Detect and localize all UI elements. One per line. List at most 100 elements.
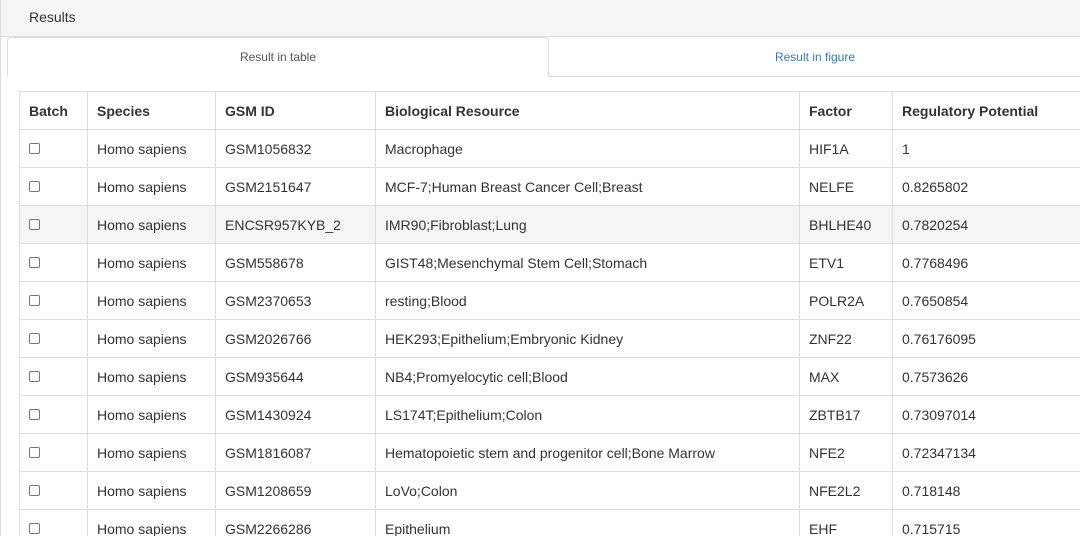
result-tabs: Result in table Result in figure [7,37,1080,77]
factor-cell: EHF [799,509,893,536]
batch-checkbox[interactable] [29,181,40,193]
batch-cell [19,167,88,206]
biological-resource-cell: LS174T;Epithelium;Colon [375,395,800,434]
batch-cell [19,395,88,434]
biological-resource-cell: GIST48;Mesenchymal Stem Cell;Stomach [375,243,800,282]
results-table: Batch Species GSM ID Biological Resource… [19,91,1080,536]
col-header-factor: Factor [799,91,893,130]
gsm-id-cell: GSM935644 [215,357,376,396]
batch-checkbox[interactable] [29,447,40,459]
regulatory-potential-cell: 0.718148 [892,471,1080,510]
species-cell: Homo sapiens [87,319,216,358]
col-header-species: Species [87,91,216,130]
batch-checkbox[interactable] [29,523,40,535]
gsm-id-cell: GSM1430924 [215,395,376,434]
species-cell: Homo sapiens [87,205,216,244]
species-cell: Homo sapiens [87,395,216,434]
table-row: Homo sapiens GSM2151647 MCF-7;Human Breast… [19,167,1080,206]
species-cell: Homo sapiens [87,243,216,282]
regulatory-potential-cell: 0.72347134 [892,433,1080,472]
species-cell: Homo sapiens [87,433,216,472]
batch-checkbox[interactable] [29,143,40,155]
species-cell: Homo sapiens [87,281,216,320]
species-cell: Homo sapiens [87,471,216,510]
table-row: Homo sapiens GSM1430924 LS174T;Epithelium;… [19,395,1080,434]
factor-cell: NFE2L2 [799,471,893,510]
regulatory-potential-cell: 0.73097014 [892,395,1080,434]
gsm-id-cell: GSM558678 [215,243,376,282]
table-body: Homo sapiens GSM1056832 Macrophage HIF1A 1 Ho… [19,129,1080,536]
tab-result-in-figure[interactable]: Result in figure [549,37,1080,77]
batch-cell [19,319,88,358]
gsm-id-cell: GSM1056832 [215,129,376,168]
regulatory-potential-cell: 1 [892,129,1080,168]
col-header-regulatory-potential: Regulatory Potential [892,91,1080,130]
batch-checkbox[interactable] [29,219,40,231]
batch-cell [19,433,88,472]
table-row: Homo sapiens GSM1056832 Macrophage HIF1A 1 [19,129,1080,168]
regulatory-potential-cell: 0.7768496 [892,243,1080,282]
regulatory-potential-cell: 0.7573626 [892,357,1080,396]
table-header-row: Batch Species GSM ID Biological Resource… [19,91,1080,130]
regulatory-potential-cell: 0.76176095 [892,319,1080,358]
regulatory-potential-cell: 0.7820254 [892,205,1080,244]
biological-resource-cell: IMR90;Fibroblast;Lung [375,205,800,244]
regulatory-potential-cell: 0.715715 [892,509,1080,536]
table-row: Homo sapiens GSM558678 GIST48;Mesenchymal … [19,243,1080,282]
biological-resource-cell: Epithelium [375,509,800,536]
batch-checkbox[interactable] [29,409,40,421]
factor-cell: ETV1 [799,243,893,282]
tab-result-in-table[interactable]: Result in table [7,37,549,77]
factor-cell: BHLHE40 [799,205,893,244]
batch-cell [19,357,88,396]
table-row: Homo sapiens GSM1208659 LoVo;Colon NFE2L2 0.… [19,471,1080,510]
gsm-id-cell: ENCSR957KYB_2 [215,205,376,244]
gsm-id-cell: GSM1816087 [215,433,376,472]
factor-cell: POLR2A [799,281,893,320]
factor-cell: ZNF22 [799,319,893,358]
batch-cell [19,129,88,168]
batch-checkbox[interactable] [29,333,40,345]
gsm-id-cell: GSM2151647 [215,167,376,206]
gsm-id-cell: GSM1208659 [215,471,376,510]
biological-resource-cell: NB4;Promyelocytic cell;Blood [375,357,800,396]
panel-heading: Results [1,0,1080,37]
factor-cell: HIF1A [799,129,893,168]
table-row: Homo sapiens GSM935644 NB4;Promyelocytic c… [19,357,1080,396]
table-row: Homo sapiens ENCSR957KYB_2 IMR90;Fibroblas… [19,205,1080,244]
species-cell: Homo sapiens [87,129,216,168]
gsm-id-cell: GSM2370653 [215,281,376,320]
col-header-gsm-id: GSM ID [215,91,376,130]
species-cell: Homo sapiens [87,357,216,396]
batch-checkbox[interactable] [29,257,40,269]
regulatory-potential-cell: 0.8265802 [892,167,1080,206]
batch-cell [19,281,88,320]
batch-cell [19,471,88,510]
table-row: Homo sapiens GSM2026766 HEK293;Epithelium;… [19,319,1080,358]
batch-checkbox[interactable] [29,371,40,383]
regulatory-potential-cell: 0.7650854 [892,281,1080,320]
biological-resource-cell: resting;Blood [375,281,800,320]
table-row: Homo sapiens GSM1816087 Hematopoietic stem… [19,433,1080,472]
results-panel: Results Result in table Result in figure… [0,0,1080,536]
biological-resource-cell: MCF-7;Human Breast Cancer Cell;Breast [375,167,800,206]
biological-resource-cell: Hematopoietic stem and progenitor cell;B… [375,433,800,472]
factor-cell: NELFE [799,167,893,206]
factor-cell: ZBTB17 [799,395,893,434]
biological-resource-cell: HEK293;Epithelium;Embryonic Kidney [375,319,800,358]
col-header-batch: Batch [19,91,88,130]
batch-checkbox[interactable] [29,295,40,307]
gsm-id-cell: GSM2266286 [215,509,376,536]
gsm-id-cell: GSM2026766 [215,319,376,358]
table-row: Homo sapiens GSM2266286 Epithelium EHF 0.715… [19,509,1080,536]
table-row: Homo sapiens GSM2370653 resting;Blood POLR2… [19,281,1080,320]
species-cell: Homo sapiens [87,509,216,536]
col-header-biological-resource: Biological Resource [375,91,800,130]
biological-resource-cell: Macrophage [375,129,800,168]
batch-cell [19,509,88,536]
batch-checkbox[interactable] [29,485,40,497]
factor-cell: NFE2 [799,433,893,472]
batch-cell [19,205,88,244]
factor-cell: MAX [799,357,893,396]
biological-resource-cell: LoVo;Colon [375,471,800,510]
